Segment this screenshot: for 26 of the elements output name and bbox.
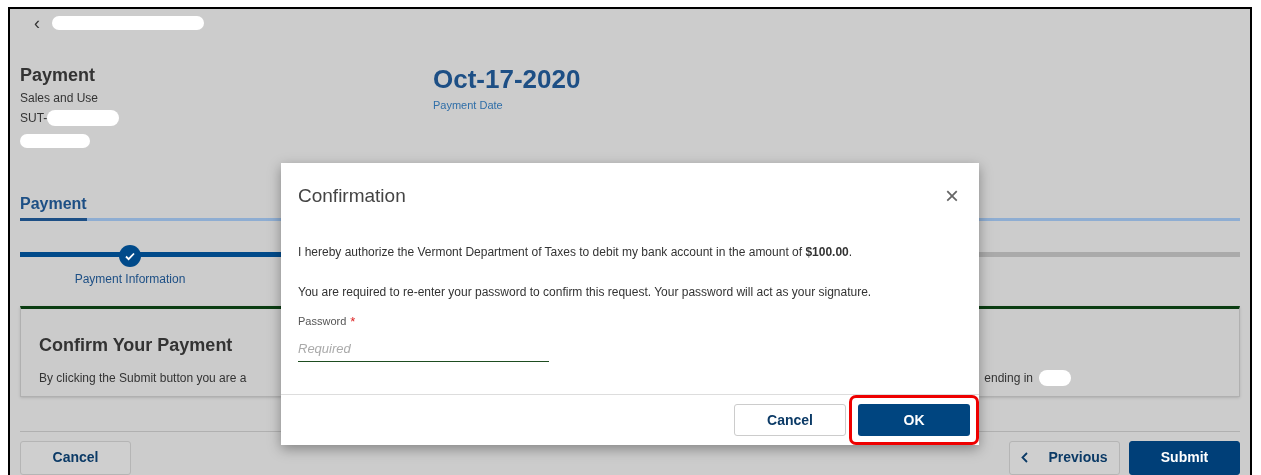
card-text: By clicking the Submit button you are a <box>39 370 247 388</box>
chevron-left-icon <box>1021 452 1029 464</box>
back-button[interactable]: ‹ <box>34 14 40 33</box>
ok-button[interactable]: OK <box>858 404 970 436</box>
close-button[interactable]: × <box>945 184 959 208</box>
dialog-title: Confirmation <box>298 183 406 208</box>
cancel-button[interactable]: Cancel <box>20 441 131 475</box>
redaction-mark <box>20 133 90 148</box>
payment-date: Oct-17-2020 <box>433 63 581 94</box>
authorization-text: I hereby authorize the Vermont Department of Taxes to debit my bank account in the amount of $100.00. <box>298 244 853 261</box>
step-label: Payment Information <box>73 271 187 289</box>
password-field[interactable]: Required <box>298 335 549 362</box>
page-title: Payment <box>20 63 97 87</box>
tab[interactable]: Payment <box>20 191 87 221</box>
previous-button[interactable]: Previous <box>1009 441 1120 475</box>
tax-type: Sales and Use <box>20 89 100 106</box>
cancel-button[interactable]: Cancel <box>734 404 846 436</box>
required-mark: * <box>350 314 356 328</box>
submit-button[interactable]: Submit <box>1129 441 1240 475</box>
password-note: You are required to re-enter your password to confirm this request. Your password will act as your signature. <box>298 284 872 301</box>
account-number: SUT- <box>20 109 48 126</box>
redaction-mark <box>1039 370 1071 387</box>
field-label: Password <box>298 314 347 329</box>
card-text: ending in <box>984 370 1033 388</box>
card-title: Confirm Your Payment <box>39 334 233 358</box>
date-label: Payment Date <box>433 97 504 113</box>
